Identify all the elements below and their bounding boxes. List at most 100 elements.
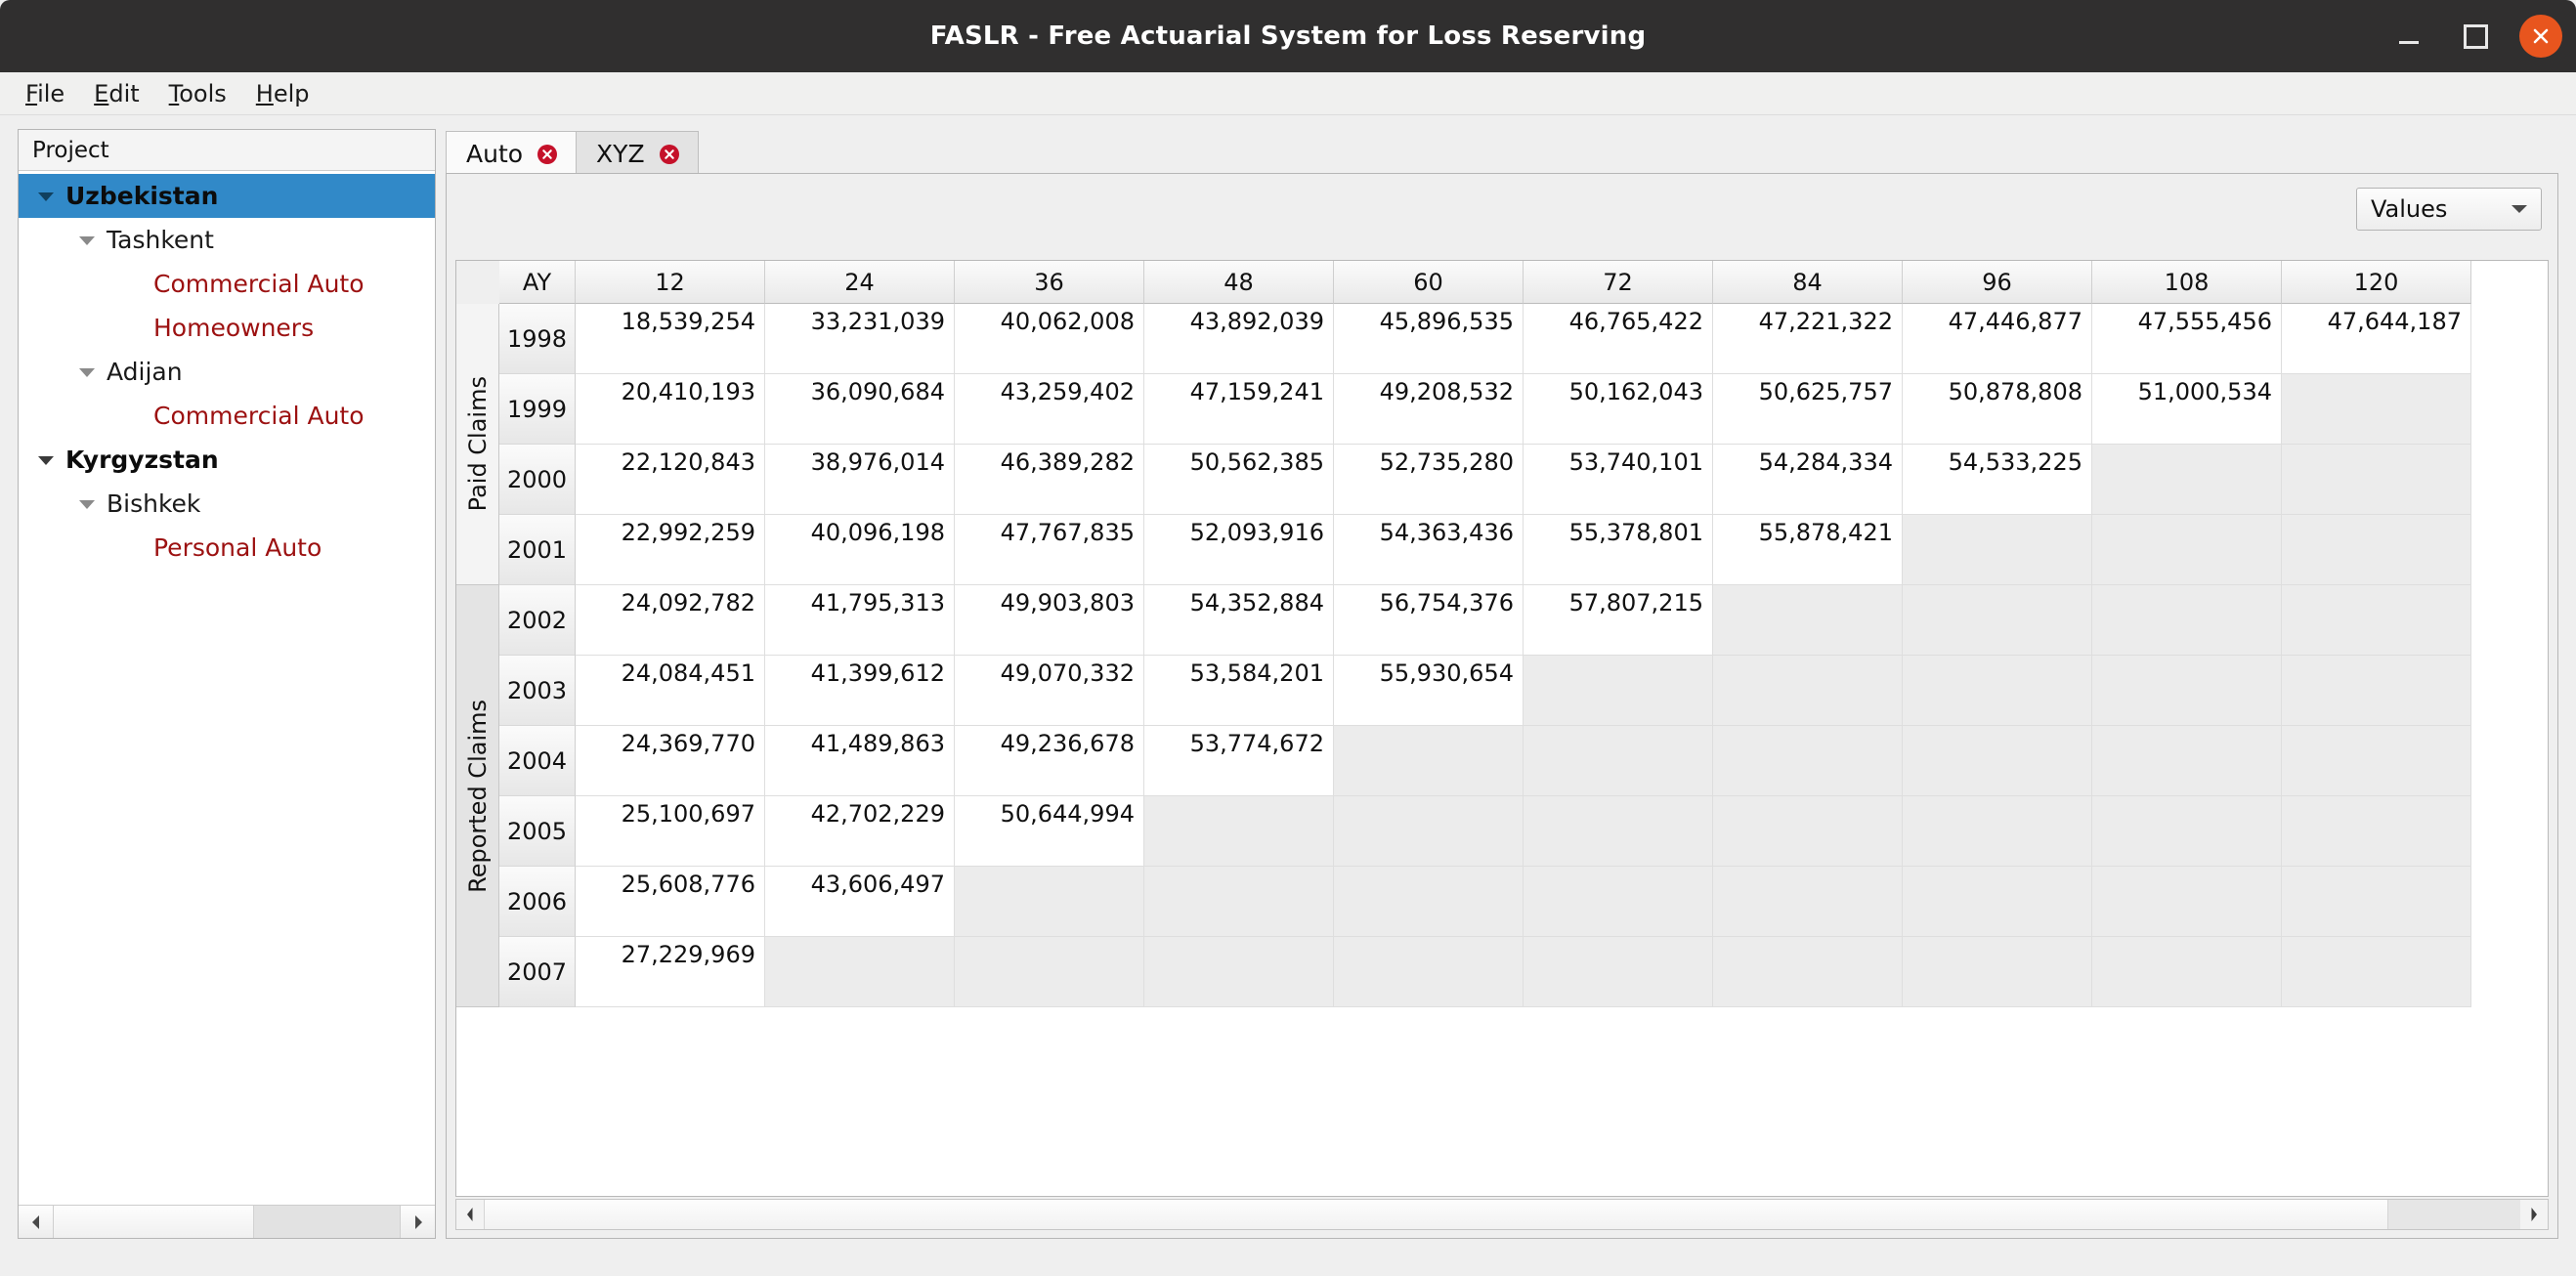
column-header-72[interactable]: 72 — [1524, 261, 1713, 304]
table-cell[interactable] — [2282, 445, 2471, 515]
table-cell[interactable] — [1334, 796, 1524, 867]
table-cell[interactable] — [1713, 585, 1903, 656]
table-cell[interactable] — [2092, 796, 2282, 867]
table-cell[interactable] — [955, 937, 1144, 1007]
column-header-120[interactable]: 120 — [2282, 261, 2471, 304]
table-cell[interactable]: 51,000,534 — [2092, 374, 2282, 445]
table-cell[interactable] — [1334, 867, 1524, 937]
table-cell[interactable]: 40,096,198 — [765, 515, 955, 585]
table-cell[interactable]: 47,221,322 — [1713, 304, 1903, 374]
table-cell[interactable] — [1144, 796, 1334, 867]
row-header-2005[interactable]: 2005 — [499, 796, 576, 867]
row-header-2000[interactable]: 2000 — [499, 445, 576, 515]
table-cell[interactable] — [1524, 796, 1713, 867]
tab-xyz[interactable]: XYZ — [576, 131, 699, 176]
table-cell[interactable] — [2282, 515, 2471, 585]
table-cell[interactable]: 56,754,376 — [1334, 585, 1524, 656]
column-header-48[interactable]: 48 — [1144, 261, 1334, 304]
table-cell[interactable] — [1524, 656, 1713, 726]
table-cell[interactable]: 36,090,684 — [765, 374, 955, 445]
table-cell[interactable]: 24,084,451 — [576, 656, 765, 726]
row-header-1999[interactable]: 1999 — [499, 374, 576, 445]
row-group-label-reported-claims[interactable]: Reported Claims — [456, 585, 499, 1007]
table-cell[interactable]: 46,765,422 — [1524, 304, 1713, 374]
row-header-2004[interactable]: 2004 — [499, 726, 576, 796]
table-cell[interactable]: 43,606,497 — [765, 867, 955, 937]
row-header-2006[interactable]: 2006 — [499, 867, 576, 937]
menu-tools[interactable]: Tools — [157, 76, 238, 111]
tree-item-uzbekistan[interactable]: Uzbekistan — [19, 174, 435, 218]
table-cell[interactable]: 55,930,654 — [1334, 656, 1524, 726]
table-cell[interactable]: 50,562,385 — [1144, 445, 1334, 515]
table-cell[interactable] — [1144, 867, 1334, 937]
table-cell[interactable] — [1903, 867, 2092, 937]
menu-edit[interactable]: Edit — [82, 76, 150, 111]
table-cell[interactable] — [1524, 937, 1713, 1007]
row-header-2003[interactable]: 2003 — [499, 656, 576, 726]
table-cell[interactable]: 53,584,201 — [1144, 656, 1334, 726]
disclosure-triangle-down-icon[interactable] — [28, 453, 64, 467]
table-cell[interactable] — [2092, 656, 2282, 726]
table-cell[interactable]: 38,976,014 — [765, 445, 955, 515]
table-cell[interactable]: 22,992,259 — [576, 515, 765, 585]
table-cell[interactable] — [1713, 937, 1903, 1007]
table-cell[interactable] — [2282, 585, 2471, 656]
column-header-96[interactable]: 96 — [1903, 261, 2092, 304]
table-cell[interactable] — [1903, 656, 2092, 726]
scroll-left-button[interactable] — [19, 1206, 54, 1238]
tree-item-tashkent[interactable]: Tashkent — [19, 218, 435, 262]
table-cell[interactable]: 49,236,678 — [955, 726, 1144, 796]
table-cell[interactable] — [1144, 937, 1334, 1007]
column-header-36[interactable]: 36 — [955, 261, 1144, 304]
table-cell[interactable]: 22,120,843 — [576, 445, 765, 515]
row-header-2002[interactable]: 2002 — [499, 585, 576, 656]
column-header-84[interactable]: 84 — [1713, 261, 1903, 304]
table-cell[interactable]: 18,539,254 — [576, 304, 765, 374]
table-cell[interactable] — [1524, 867, 1713, 937]
table-cell[interactable] — [2092, 726, 2282, 796]
row-header-2007[interactable]: 2007 — [499, 937, 576, 1007]
disclosure-triangle-down-icon[interactable] — [69, 365, 105, 379]
table-cell[interactable] — [2282, 867, 2471, 937]
row-header-2001[interactable]: 2001 — [499, 515, 576, 585]
table-scroll-thumb[interactable] — [484, 1200, 2388, 1229]
table-cell[interactable] — [2282, 374, 2471, 445]
table-cell[interactable]: 46,389,282 — [955, 445, 1144, 515]
scroll-right-button[interactable] — [400, 1206, 435, 1238]
table-cell[interactable] — [1713, 726, 1903, 796]
column-header-60[interactable]: 60 — [1334, 261, 1524, 304]
table-cell[interactable]: 42,702,229 — [765, 796, 955, 867]
table-cell[interactable] — [1713, 796, 1903, 867]
table-cell[interactable] — [1334, 726, 1524, 796]
table-cell[interactable]: 47,555,456 — [2092, 304, 2282, 374]
tab-close-icon[interactable] — [537, 144, 558, 165]
column-header-ay[interactable]: AY — [499, 261, 576, 304]
sidebar-horizontal-scrollbar[interactable] — [19, 1205, 435, 1238]
tree-item-homeowners[interactable]: Homeowners — [19, 306, 435, 350]
table-cell[interactable]: 41,795,313 — [765, 585, 955, 656]
table-cell[interactable] — [1524, 726, 1713, 796]
triangle-table-container[interactable]: AY1224364860728496108120199818,539,25433… — [455, 260, 2549, 1197]
table-scroll-right-button[interactable] — [2520, 1200, 2548, 1229]
table-cell[interactable]: 57,807,215 — [1524, 585, 1713, 656]
values-dropdown[interactable]: Values — [2356, 188, 2542, 231]
row-group-label-paid-claims[interactable]: Paid Claims — [456, 304, 499, 585]
tree-item-adijan[interactable]: Adijan — [19, 350, 435, 394]
table-scroll-track[interactable] — [484, 1200, 2520, 1229]
table-cell[interactable] — [1903, 937, 2092, 1007]
menu-file[interactable]: File — [14, 76, 76, 111]
disclosure-triangle-down-icon[interactable] — [69, 497, 105, 511]
table-cell[interactable]: 52,735,280 — [1334, 445, 1524, 515]
table-cell[interactable]: 43,259,402 — [955, 374, 1144, 445]
sidebar-scroll-track[interactable] — [54, 1206, 400, 1238]
table-horizontal-scrollbar[interactable] — [455, 1199, 2549, 1230]
table-cell[interactable]: 54,533,225 — [1903, 445, 2092, 515]
table-cell[interactable] — [1903, 585, 2092, 656]
tree-item-kyrgyzstan[interactable]: Kyrgyzstan — [19, 438, 435, 482]
tree-item-commercial-auto[interactable]: Commercial Auto — [19, 394, 435, 438]
table-cell[interactable] — [955, 867, 1144, 937]
table-cell[interactable] — [1713, 656, 1903, 726]
column-header-24[interactable]: 24 — [765, 261, 955, 304]
table-cell[interactable] — [2282, 656, 2471, 726]
table-cell[interactable]: 24,092,782 — [576, 585, 765, 656]
